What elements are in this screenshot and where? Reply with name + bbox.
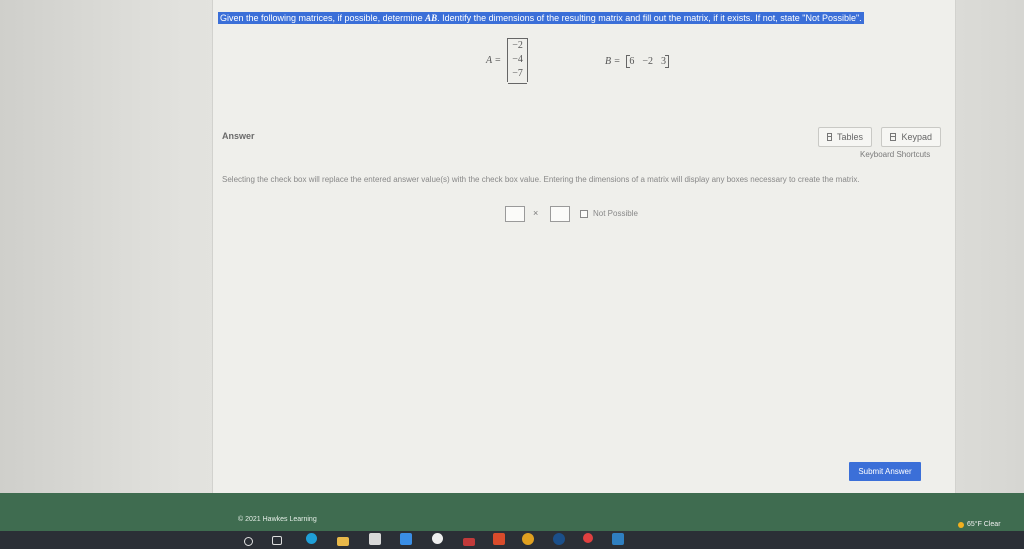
weather-widget[interactable]: 65°F Clear	[958, 521, 1001, 528]
office-icon[interactable]	[493, 533, 505, 545]
search-icon[interactable]	[244, 537, 253, 546]
xbox-icon[interactable]	[432, 533, 443, 544]
question-suffix: . Identify the dimensions of the resulti…	[437, 13, 862, 23]
rows-dimension-input[interactable]	[505, 206, 525, 222]
edge-icon[interactable]	[306, 533, 317, 544]
matrix-b: B = 6 −2 3	[605, 55, 669, 68]
not-possible-label[interactable]: Not Possible	[593, 209, 638, 218]
matrix-a-entry-1: −2	[512, 40, 523, 51]
matrix-b-entry-2: −2	[642, 56, 653, 67]
calculator-icon	[890, 133, 897, 141]
matrix-b-entry-3: 3	[661, 56, 666, 67]
keypad-button[interactable]: Keypad	[881, 127, 941, 147]
matrix-a-bracket: −2 −4 −7	[507, 37, 528, 84]
tables-button[interactable]: Tables	[818, 127, 872, 147]
matrix-b-entry-1: 6	[629, 56, 635, 67]
matrix-a-entry-3: −7	[512, 68, 523, 79]
maps-icon[interactable]	[583, 533, 593, 543]
windows-taskbar	[0, 531, 1024, 549]
page-footer	[0, 493, 1024, 531]
times-symbol: ×	[533, 208, 539, 218]
answer-heading: Answer	[222, 131, 255, 141]
task-view-icon[interactable]	[272, 536, 282, 545]
columns-dimension-input[interactable]	[550, 206, 570, 222]
mail-icon[interactable]	[400, 533, 412, 545]
question-text: Given the following matrices, if possibl…	[218, 12, 864, 24]
footer-copyright: © 2021 Hawkes Learning	[238, 516, 317, 523]
steam-icon[interactable]	[553, 533, 565, 545]
app-icon[interactable]	[612, 533, 624, 545]
question-math: AB	[425, 13, 438, 23]
tables-button-label: Tables	[836, 132, 863, 142]
store-icon[interactable]	[369, 533, 381, 545]
photos-icon[interactable]	[463, 538, 475, 546]
question-card	[212, 0, 956, 493]
submit-answer-button[interactable]: Submit Answer	[849, 462, 921, 481]
keypad-button-label: Keypad	[901, 132, 932, 142]
file-explorer-icon[interactable]	[337, 537, 349, 546]
answer-instructions: Selecting the check box will replace the…	[222, 175, 860, 184]
matrix-b-label: B =	[605, 56, 621, 67]
matrix-a: A = −2 −4 −7	[486, 37, 528, 84]
keyboard-shortcuts-link[interactable]: Keyboard Shortcuts	[860, 150, 930, 159]
chrome-icon[interactable]	[522, 533, 534, 545]
matrix-a-entry-2: −4	[512, 54, 523, 65]
matrix-b-bracket: 6 −2 3	[626, 55, 669, 68]
table-icon	[827, 133, 832, 141]
not-possible-checkbox[interactable]	[580, 210, 588, 218]
question-prefix: Given the following matrices, if possibl…	[220, 13, 426, 23]
matrix-a-label: A =	[486, 54, 502, 66]
weather-text: 65°F Clear	[967, 521, 1001, 528]
sun-icon	[958, 521, 964, 528]
